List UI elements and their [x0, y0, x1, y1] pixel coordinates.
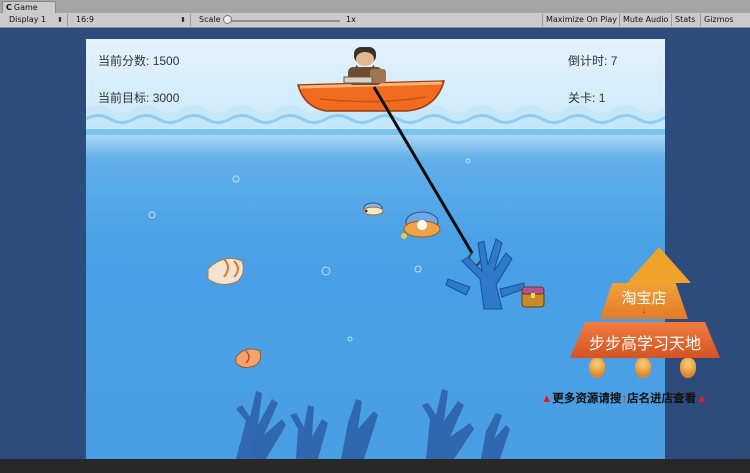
- promo-tagline-suffix: ▲: [696, 393, 708, 405]
- promo-triangle: [627, 247, 691, 283]
- aspect-dropdown-label: 16:9: [76, 15, 94, 24]
- pearl-clam-large: [401, 211, 441, 239]
- pearl-clam-small: [362, 202, 384, 216]
- treasure-chest: [521, 286, 545, 308]
- game-tab-icon: C: [6, 3, 12, 12]
- fishing-boat: [297, 80, 446, 112]
- promo-tagline-prefix: ▲: [541, 393, 553, 405]
- chevron-down-icon: ⬍: [57, 16, 63, 24]
- conch-shell-large: [207, 257, 244, 285]
- rocket-icon: [589, 358, 605, 378]
- promo-arrow: ↓: [641, 305, 647, 315]
- promo-tagline-part1: 更多资源请搜: [552, 393, 622, 405]
- fisherman-character: [343, 47, 386, 85]
- bottom-bar: [0, 459, 750, 473]
- scale-slider-handle[interactable]: [223, 15, 232, 24]
- game-tab-label: Game: [13, 3, 38, 12]
- stats-label: Stats: [675, 15, 696, 24]
- game-tab[interactable]: C Game: [2, 1, 56, 13]
- blue-coral: [445, 238, 525, 310]
- scale-value: 1x: [346, 15, 356, 24]
- chevron-down-icon: ⬍: [180, 16, 186, 24]
- scale-slider-track[interactable]: [228, 20, 340, 22]
- gizmos-dropdown[interactable]: Gizmos: [700, 14, 736, 26]
- promo-store-name: 步步高学习天地: [588, 336, 701, 353]
- display-dropdown[interactable]: Display 1 ⬍: [6, 14, 68, 26]
- seabed-coral: [236, 389, 510, 459]
- aspect-dropdown[interactable]: 16:9 ⬍: [73, 14, 191, 26]
- promo-tagline-part2: 店名进店查看: [627, 393, 697, 405]
- mute-audio-toggle[interactable]: Mute Audio: [619, 14, 671, 26]
- gizmos-label: Gizmos: [704, 15, 734, 24]
- mute-audio-label: Mute Audio: [623, 15, 669, 24]
- scale-label: Scale: [199, 15, 221, 24]
- maximize-on-play-label: Maximize On Play: [546, 15, 618, 24]
- stats-toggle[interactable]: Stats: [671, 14, 698, 26]
- rocket-icon: [680, 358, 696, 378]
- display-dropdown-label: Display 1: [9, 15, 47, 24]
- maximize-on-play-toggle[interactable]: Maximize On Play: [542, 14, 620, 26]
- conch-shell-small: [235, 348, 261, 369]
- promo-tagline: ▲更多资源请搜↑店名进店查看▲: [541, 390, 750, 406]
- rocket-icon: [635, 358, 651, 378]
- bubbles: [148, 158, 471, 342]
- editor-tab-bar: C Game: [0, 0, 750, 13]
- game-toolbar: Display 1 ⬍ 16:9 ⬍ Scale 1x Maximize On Pl…: [0, 13, 750, 28]
